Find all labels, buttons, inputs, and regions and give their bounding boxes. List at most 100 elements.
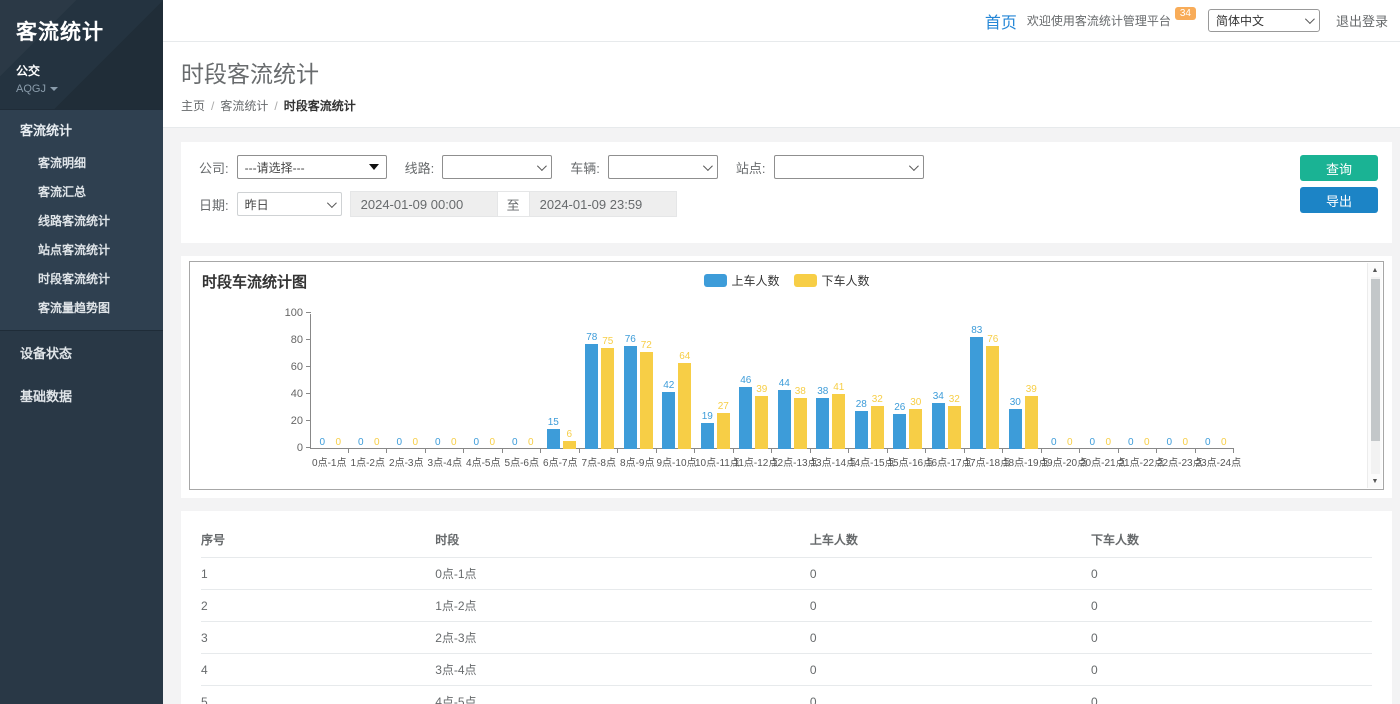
bar-group: 30 39 bbox=[1004, 314, 1043, 449]
home-link[interactable]: 首页 bbox=[985, 9, 1017, 33]
bar-wrap: 0 bbox=[1217, 437, 1230, 449]
logout-link[interactable]: 退出登录 bbox=[1336, 11, 1388, 30]
bar-value-label: 15 bbox=[548, 417, 559, 428]
bar-group: 00 bbox=[504, 314, 543, 449]
legend-swatch-icon bbox=[703, 274, 726, 287]
scrollbar-thumb[interactable] bbox=[1371, 279, 1380, 441]
bar-value-label: 0 bbox=[1051, 437, 1057, 448]
breadcrumb-passenger-stats[interactable]: 客流统计 bbox=[220, 97, 268, 114]
vehicle-label: 车辆: bbox=[570, 158, 600, 177]
bar-group: 7875 bbox=[581, 314, 620, 449]
table-cell: 0 bbox=[1091, 622, 1372, 654]
legend-item-1[interactable]: 下车人数 bbox=[794, 272, 870, 289]
bar-value-label: 0 bbox=[1128, 437, 1134, 448]
org-code-label: AQGJ bbox=[16, 83, 46, 95]
x-axis-tick-label: 22点-23点 bbox=[1157, 449, 1196, 469]
table-cell: 1点-2点 bbox=[435, 590, 810, 622]
bar-value-label: 0 bbox=[451, 437, 457, 448]
table-cell: 4点-5点 bbox=[435, 686, 810, 704]
plot-area: 0000000000001567875767242641927463944383… bbox=[310, 314, 1234, 449]
y-axis-tick-mark bbox=[306, 366, 311, 367]
bar bbox=[909, 409, 922, 450]
vehicle-select[interactable] bbox=[608, 155, 718, 179]
x-axis-tick-label: 10点-11点 bbox=[695, 449, 734, 469]
bar-wrap: 75 bbox=[601, 336, 614, 449]
bar-group: 3841 bbox=[812, 314, 851, 449]
bar-wrap: 0 bbox=[447, 437, 460, 449]
chart-title: 时段车流统计图 bbox=[202, 271, 307, 292]
bar-wrap: 76 bbox=[624, 334, 637, 449]
submenu: 客流明细客流汇总线路客流统计站点客流统计时段客流统计客流量趋势图 bbox=[0, 148, 163, 330]
scrollbar-track[interactable] bbox=[1371, 277, 1380, 474]
line-label: 线路: bbox=[405, 158, 435, 177]
bar-wrap: 0 bbox=[1102, 437, 1115, 449]
table-header-row: 序号 时段 上车人数 下车人数 bbox=[201, 521, 1372, 558]
bar-wrap: 38 bbox=[794, 386, 807, 449]
bar-wrap: 0 bbox=[409, 437, 422, 449]
bar-wrap: 0 bbox=[354, 437, 367, 449]
sidebar-subitem-4[interactable]: 时段客流统计 bbox=[0, 264, 163, 293]
bar-group: 4438 bbox=[773, 314, 812, 449]
sidebar-item-passenger-stats[interactable]: 客流统计 bbox=[0, 110, 163, 148]
bar-value-label: 0 bbox=[319, 437, 325, 448]
bar-wrap: 30 bbox=[1009, 397, 1022, 450]
bar bbox=[717, 413, 730, 449]
sidebar-item-other-1[interactable]: 基础数据 bbox=[0, 374, 163, 417]
org-code-dropdown[interactable]: AQGJ bbox=[16, 83, 147, 95]
bar-value-label: 19 bbox=[702, 411, 713, 422]
bar-wrap: 78 bbox=[585, 332, 598, 449]
line-select[interactable] bbox=[442, 155, 552, 179]
language-select[interactable]: 简体中文 bbox=[1208, 9, 1320, 32]
table-cell: 3 bbox=[201, 622, 435, 654]
bar-group: 00 bbox=[427, 314, 466, 449]
export-button[interactable]: 导出 bbox=[1300, 187, 1378, 213]
x-axis-labels: 0点-1点1点-2点2点-3点3点-4点4点-5点5点-6点6点-7点7点-8点… bbox=[310, 449, 1234, 469]
x-axis-tick-label: 17点-18点 bbox=[965, 449, 1004, 469]
table-row: 10点-1点00 bbox=[201, 558, 1372, 590]
x-axis-tick-label: 6点-7点 bbox=[541, 449, 580, 469]
bar-wrap: 32 bbox=[948, 394, 961, 449]
breadcrumb-home[interactable]: 主页 bbox=[181, 97, 205, 114]
bar-group: 00 bbox=[1081, 314, 1120, 449]
bar-wrap: 38 bbox=[816, 386, 829, 449]
bar-wrap: 0 bbox=[393, 437, 406, 449]
company-select-value: ---请选择--- bbox=[245, 159, 305, 176]
col-header-index: 序号 bbox=[201, 521, 435, 558]
x-axis-tick-label: 9点-10点 bbox=[657, 449, 696, 469]
company-select[interactable]: ---请选择--- bbox=[237, 155, 387, 179]
table-cell: 0 bbox=[1091, 686, 1372, 704]
chart-vertical-scrollbar[interactable]: ▲ ▼ bbox=[1367, 263, 1382, 488]
date-from-input[interactable] bbox=[350, 191, 498, 217]
x-axis-tick-label: 7点-8点 bbox=[580, 449, 619, 469]
sidebar-subitem-1[interactable]: 客流汇总 bbox=[0, 177, 163, 206]
bar-wrap: 32 bbox=[871, 394, 884, 449]
sidebar-subitem-2[interactable]: 线路客流统计 bbox=[0, 206, 163, 235]
bar bbox=[816, 398, 829, 449]
notification-badge[interactable]: 34 bbox=[1175, 7, 1196, 20]
station-select[interactable] bbox=[774, 155, 924, 179]
date-to-input[interactable] bbox=[529, 191, 677, 217]
sidebar-subitem-5[interactable]: 客流量趋势图 bbox=[0, 293, 163, 322]
x-axis-tick-label: 0点-1点 bbox=[310, 449, 349, 469]
col-header-period: 时段 bbox=[435, 521, 810, 558]
bar-wrap: 28 bbox=[855, 399, 868, 449]
bar-wrap: 27 bbox=[717, 401, 730, 449]
date-preset-select[interactable]: 昨日 bbox=[237, 192, 342, 216]
bar-wrap: 30 bbox=[909, 397, 922, 450]
sidebar-subitem-0[interactable]: 客流明细 bbox=[0, 148, 163, 177]
sidebar-subitem-3[interactable]: 站点客流统计 bbox=[0, 235, 163, 264]
bar bbox=[1025, 396, 1038, 449]
scroll-up-icon[interactable]: ▲ bbox=[1368, 263, 1383, 277]
language-select-value: 简体中文 bbox=[1216, 12, 1264, 29]
query-button[interactable]: 查询 bbox=[1300, 155, 1378, 181]
bar-wrap: 76 bbox=[986, 334, 999, 449]
bar-value-label: 39 bbox=[1026, 384, 1037, 395]
chart-legend: 上车人数下车人数 bbox=[703, 272, 869, 289]
x-axis-tick-label: 1点-2点 bbox=[349, 449, 388, 469]
table-cell: 3点-4点 bbox=[435, 654, 810, 686]
x-axis-tick-label: 23点-24点 bbox=[1196, 449, 1235, 469]
legend-item-0[interactable]: 上车人数 bbox=[703, 272, 779, 289]
scroll-down-icon[interactable]: ▼ bbox=[1368, 474, 1383, 488]
sidebar-item-other-0[interactable]: 设备状态 bbox=[0, 331, 163, 374]
bar-group: 00 bbox=[1197, 314, 1236, 449]
